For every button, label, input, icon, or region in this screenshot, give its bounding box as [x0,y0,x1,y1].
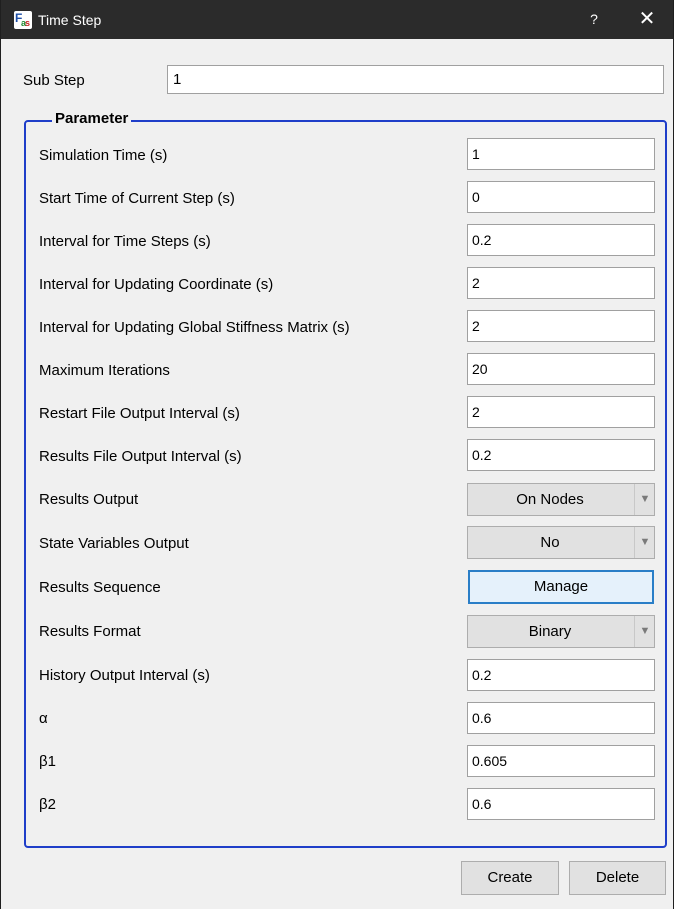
results-output-value: On Nodes [516,491,584,508]
restart-file-output-interval-input[interactable]: 2 [467,396,655,428]
start-time-input[interactable]: 0 [467,181,655,213]
chevron-down-icon: ▼ [634,616,655,647]
start-time-label: Start Time of Current Step (s) [39,190,235,207]
interval-updating-coordinate-label: Interval for Updating Coordinate (s) [39,276,274,293]
results-format-label: Results Format [39,623,141,640]
results-format-select[interactable]: Binary ▼ [467,615,655,648]
results-sequence-label: Results Sequence [39,579,161,596]
results-format-value: Binary [528,623,572,640]
beta1-input[interactable]: 0.605 [467,745,655,777]
interval-updating-stiffness-label: Interval for Updating Global Stiffness M… [39,319,350,336]
parameter-group-title: Parameter [52,109,132,129]
interval-time-steps-label: Interval for Time Steps (s) [39,233,211,250]
results-file-output-interval-label: Results File Output Interval (s) [39,448,242,465]
beta1-label: β1 [39,753,56,770]
delete-button[interactable]: Delete [569,861,666,895]
sub-step-label: Sub Step [23,72,85,89]
title-bar: F a s Time Step ? ✕ [1,0,673,39]
close-button[interactable]: ✕ [637,8,657,30]
app-logo-icon: F a s [14,11,32,29]
alpha-label: α [39,710,48,727]
sub-step-input[interactable]: 1 [167,65,664,94]
interval-updating-coordinate-input[interactable]: 2 [467,267,655,299]
chevron-down-icon: ▼ [634,484,655,515]
beta2-input[interactable]: 0.6 [467,788,655,820]
results-file-output-interval-input[interactable]: 0.2 [467,439,655,471]
state-variables-output-select[interactable]: No ▼ [467,526,655,559]
state-variables-output-value: No [540,534,560,551]
history-output-interval-label: History Output Interval (s) [39,667,210,684]
interval-updating-stiffness-input[interactable]: 2 [467,310,655,342]
interval-time-steps-input[interactable]: 0.2 [467,224,655,256]
time-step-dialog: F a s Time Step ? ✕ Sub Step 1 Parameter… [0,0,674,909]
simulation-time-input[interactable]: 1 [467,138,655,170]
alpha-input[interactable]: 0.6 [467,702,655,734]
history-output-interval-input[interactable]: 0.2 [467,659,655,691]
help-button[interactable]: ? [586,10,602,28]
create-button[interactable]: Create [461,861,559,895]
manage-button[interactable]: Manage [468,570,654,604]
state-variables-output-label: State Variables Output [39,535,189,552]
beta2-label: β2 [39,796,56,813]
results-output-label: Results Output [39,491,139,508]
maximum-iterations-input[interactable]: 20 [467,353,655,385]
results-output-select[interactable]: On Nodes ▼ [467,483,655,516]
maximum-iterations-label: Maximum Iterations [39,362,170,379]
chevron-down-icon: ▼ [634,527,655,558]
window-title: Time Step [38,12,102,28]
simulation-time-label: Simulation Time (s) [39,147,168,164]
restart-file-output-interval-label: Restart File Output Interval (s) [39,405,240,422]
